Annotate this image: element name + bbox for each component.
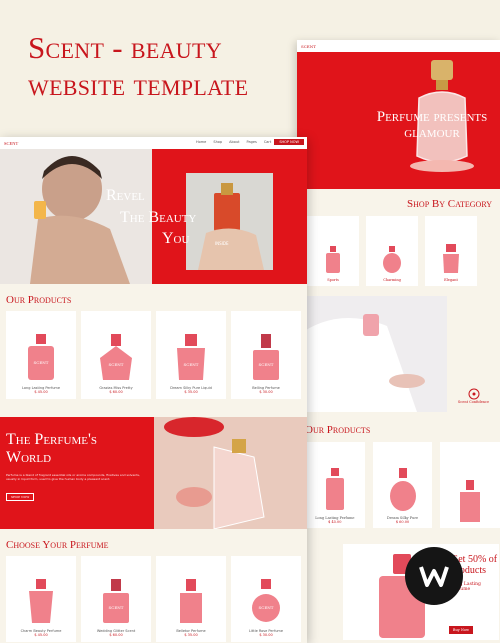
our-products-title: Our Products [6, 294, 72, 306]
product-price: $ 45.00 [328, 520, 342, 524]
svg-text:SCENT: SCENT [109, 362, 124, 367]
nav-link-shop[interactable]: Shop [213, 140, 222, 144]
perfume-bottle-icon [389, 468, 416, 511]
secondary-logo: SCENT [301, 43, 316, 49]
hero-line-1: Revel [106, 187, 145, 204]
nav-link-about[interactable]: About [229, 140, 239, 144]
svg-text:SCENT: SCENT [259, 362, 274, 367]
product-card[interactable]: Belletor Perfume $ 35.00 [156, 556, 226, 642]
lips-with-perfume-image [154, 417, 307, 529]
product-card[interactable]: SCENT Dream Silky Pure Liquid $ 35.00 [156, 311, 226, 399]
nav-link-home[interactable]: Home [196, 140, 206, 144]
secondary-product-row: Long Lasting Perfume $ 45.00 Dream Silky… [297, 442, 500, 528]
category-card[interactable]: Charming [366, 216, 418, 286]
perfume-bottle-icon: SCENT [253, 334, 279, 380]
category-label: Elegant [444, 278, 458, 282]
secondary-hero: Perfume presents glamour [297, 52, 500, 189]
perfume-bottle-icon: SCENT [103, 579, 129, 623]
hand-with-perfume-image [186, 173, 273, 270]
product-card[interactable] [440, 442, 500, 528]
svg-text:SCENT: SCENT [109, 605, 124, 610]
svg-text:SCENT: SCENT [259, 605, 274, 610]
category-card[interactable]: Sports [307, 216, 359, 286]
product-row: SCENT Long Lasting Perfume $ 45.00 SCENT… [0, 311, 307, 399]
perfume-bottle-icon [180, 579, 202, 623]
perfume-bottle-icon: SCENT [177, 334, 205, 380]
hero-headline: Revel The Beauty You [106, 185, 196, 250]
product-card[interactable]: Dream Silky Pure $ 60.00 [372, 442, 433, 528]
svg-text:SCENT: SCENT [184, 362, 199, 367]
world-text-panel: The Perfume's World Perfume is a blend o… [0, 417, 154, 529]
choose-row: Charm Beauty Perfume $ 45.00 SCENT Weddi… [0, 556, 307, 642]
world-body-text: Perfume is a blend of fragrant essential… [6, 473, 140, 482]
page-headline: Scent - beauty website template [28, 30, 249, 102]
product-price: $ 30.00 [259, 390, 273, 394]
secondary-products-title: Our Products [305, 424, 371, 436]
product-price: $ 60.00 [395, 520, 410, 524]
main-preview: SCENT Home Shop About Pages Cart SHOP NO… [0, 137, 307, 643]
svg-text:SCENT: SCENT [34, 360, 49, 365]
logo[interactable]: SCENT [4, 141, 18, 146]
buy-now-button[interactable]: Buy Now [448, 626, 473, 634]
perfume-bottle-icon: SCENT [252, 579, 280, 622]
flower-icon [468, 388, 479, 400]
world-title-line-2: World [6, 448, 52, 466]
product-price: $ 60.00 [109, 633, 123, 637]
perfume-bottle-icon [383, 246, 401, 273]
hero-section: Revel The Beauty You INSIDE [0, 149, 307, 284]
photo-caption: Scent Confidence [457, 400, 490, 404]
category-card[interactable]: Elegant [425, 216, 477, 286]
world-title-line-1: The Perfume's [6, 431, 97, 448]
category-title: Shop By Category [407, 198, 492, 210]
perfume-bottle-icon [29, 579, 53, 623]
secondary-nav: SCENT [297, 40, 500, 52]
product-price: $ 35.00 [184, 390, 198, 394]
nav-link-pages[interactable]: Pages [247, 140, 257, 144]
product-card[interactable]: Long Lasting Perfume $ 45.00 [305, 442, 365, 528]
secondary-photo-section: Scent Confidence [297, 296, 500, 412]
product-card[interactable]: SCENT Little Rose Perfume $ 30.00 [231, 556, 301, 642]
choose-perfume-title: Choose Your Perfume [6, 539, 109, 551]
top-nav: SCENT Home Shop About Pages Cart SHOP NO… [0, 137, 307, 149]
product-price: $ 45.00 [34, 633, 48, 637]
product-price: $ 30.00 [259, 633, 273, 637]
hero-line-2: The Beauty [120, 208, 197, 226]
w-logo-icon [419, 566, 449, 587]
secondary-preview: SCENT Perfume presents glamour Shop By C… [297, 40, 500, 643]
world-title: The Perfume's World [6, 431, 97, 466]
nav-links: Home Shop About Pages Cart [196, 140, 271, 144]
product-card[interactable]: Charm Beauty Perfume $ 45.00 [6, 556, 76, 642]
bride-holding-perfume-image [297, 296, 447, 412]
product-card[interactable]: SCENT Belling Perfume $ 30.00 [231, 311, 301, 399]
perfume-world-section: The Perfume's World Perfume is a blend o… [0, 417, 307, 529]
category-label: Sports [327, 278, 339, 282]
nav-link-cart[interactable]: Cart [264, 140, 271, 144]
category-row: Sports Charming Elegant [297, 216, 500, 286]
product-card[interactable]: SCENT Grazias Miss Pretty $ 60.00 [81, 311, 151, 399]
product-price: $ 35.00 [184, 633, 198, 637]
perfume-bottle-icon [326, 246, 340, 273]
perfume-bottle-icon: SCENT [28, 334, 54, 380]
product-price: $ 60.00 [109, 390, 123, 394]
scent-confidence-block: Scent Confidence [447, 296, 500, 412]
category-label: Charming [383, 278, 401, 282]
hero-inside-label: INSIDE [215, 241, 229, 246]
product-card[interactable]: SCENT Long Lasting Perfume $ 45.00 [6, 311, 76, 399]
world-shop-now-button[interactable]: SHOP NOW [6, 493, 35, 501]
perfume-bottle-icon [443, 244, 459, 273]
perfume-bottle-icon [325, 468, 344, 510]
perfume-bottle-icon [460, 480, 481, 522]
shop-now-button[interactable]: SHOP NOW [274, 139, 304, 145]
perfume-bottle-icon: SCENT [100, 334, 132, 380]
product-price: $ 45.00 [34, 390, 48, 394]
hero-line-3: You [162, 230, 190, 248]
secondary-hero-text: Perfume presents glamour [376, 109, 488, 141]
brand-logo-badge [405, 547, 463, 605]
product-card[interactable]: SCENT Wedding Glitter Scent $ 60.00 [81, 556, 151, 642]
